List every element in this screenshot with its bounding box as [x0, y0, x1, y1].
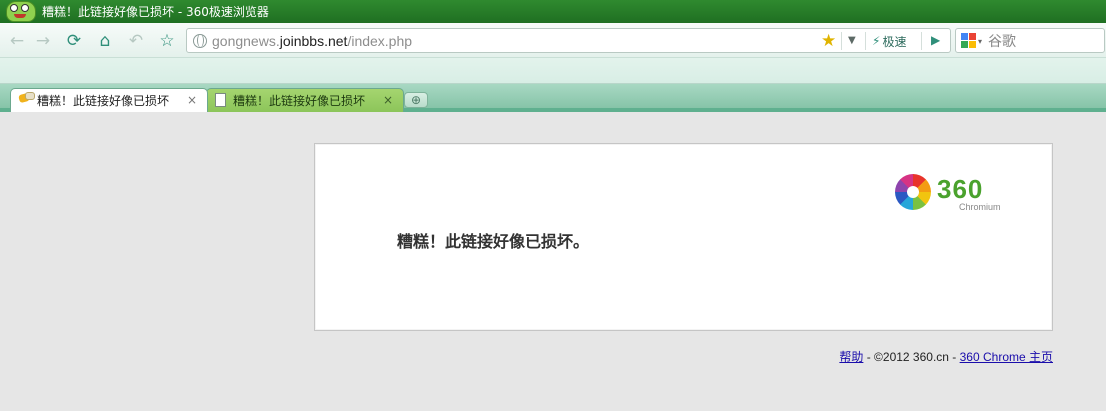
new-tab-button[interactable]: ⊕ — [404, 92, 428, 108]
error-message: 糟糕！此链接好像已损坏。 — [397, 232, 590, 251]
home-link[interactable]: 360 Chrome 主页 — [960, 350, 1053, 364]
tab-strip: 糟糕！此链接好像已损坏 × 糟糕！此链接好像已损坏 × ⊕ — [0, 84, 1106, 112]
error-card: 360 Chromium 糟糕！此链接好像已损坏。 — [314, 143, 1053, 331]
tab-title: 糟糕！此链接好像已损坏 — [37, 94, 170, 108]
toolbar: ← → ⟳ ⌂ ↶ ☆ gongnews.joinbbs.net/index.p… — [0, 23, 1106, 58]
favorites-star-icon[interactable]: ☆ — [156, 30, 178, 52]
undo-close-icon[interactable]: ↶ — [125, 30, 147, 52]
tab-active[interactable]: 糟糕！此链接好像已损坏 × — [10, 88, 208, 112]
brand-sub: Chromium — [959, 202, 1001, 212]
broken-link-icon — [18, 92, 35, 106]
page-content: 360 Chromium 糟糕！此链接好像已损坏。 帮助 - ©2012 360… — [0, 116, 1106, 411]
chromium-360-icon — [895, 174, 931, 210]
bolt-icon: ⚡ — [872, 34, 881, 48]
window-title: 糟糕！此链接好像已损坏 - 360极速浏览器 — [42, 5, 269, 19]
chevron-down-icon[interactable]: ▼ — [848, 35, 856, 46]
search-placeholder: 谷歌 — [988, 34, 1016, 50]
app-logo-icon — [4, 0, 38, 23]
bookmark-star-icon[interactable]: ★ — [821, 31, 836, 51]
tab-title: 糟糕！此链接好像已损坏 — [233, 94, 366, 108]
brand-name: 360 — [937, 174, 984, 204]
tab-inactive[interactable]: 糟糕！此链接好像已损坏 × — [206, 88, 404, 112]
help-link[interactable]: 帮助 — [839, 350, 863, 364]
speed-mode-button[interactable]: ⚡ 极速 — [872, 32, 906, 50]
page-icon — [215, 93, 226, 107]
close-icon[interactable]: × — [187, 93, 197, 107]
plus-icon: ⊕ — [410, 93, 422, 107]
reload-icon[interactable]: ⟳ — [63, 30, 85, 52]
search-input[interactable]: ▾ 谷歌 — [955, 28, 1105, 53]
bookmarks-bar — [0, 58, 1106, 84]
forward-arrow-icon[interactable]: → — [32, 30, 54, 52]
url-text[interactable]: gongnews.joinbbs.net/index.php — [212, 33, 412, 49]
back-arrow-icon[interactable]: ← — [6, 30, 28, 52]
engine-caret-icon[interactable]: ▾ — [978, 37, 982, 46]
google-engine-icon[interactable] — [961, 33, 977, 49]
go-play-icon[interactable]: ▶ — [931, 33, 940, 47]
footer: 帮助 - ©2012 360.cn - 360 Chrome 主页 — [839, 348, 1053, 365]
home-icon[interactable]: ⌂ — [94, 30, 116, 52]
title-bar: 糟糕！此链接好像已损坏 - 360极速浏览器 — [0, 0, 1106, 23]
close-icon[interactable]: × — [383, 93, 393, 107]
globe-icon — [193, 34, 207, 48]
copyright-text: - ©2012 360.cn - — [863, 350, 960, 364]
brand-logo: 360 Chromium — [895, 174, 1025, 214]
address-bar[interactable]: gongnews.joinbbs.net/index.php ★ ▼ ⚡ 极速 … — [186, 28, 951, 53]
